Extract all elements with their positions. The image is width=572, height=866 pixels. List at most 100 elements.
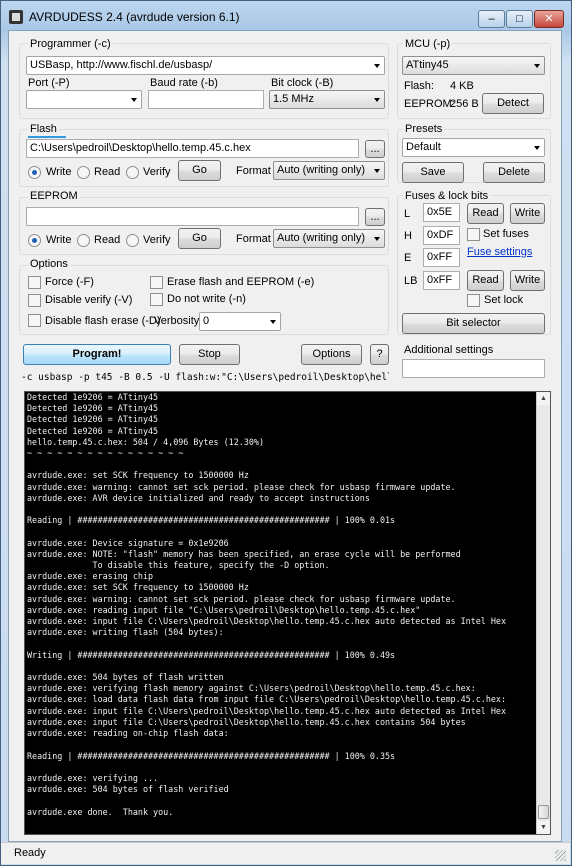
lock-write-button[interactable]: Write (510, 270, 545, 291)
fuse-h-label: H (404, 230, 412, 242)
console-line: avrdude.exe: writing flash (504 bytes): (27, 627, 224, 638)
fuse-e-input[interactable]: 0xFF (423, 248, 460, 267)
status-bar: Ready (1, 842, 570, 864)
title-bar[interactable]: AVRDUDESS 2.4 (avrdude version 6.1) – □ … (1, 1, 571, 31)
console-line: avrdude.exe: input file C:\Users\pedroil… (27, 716, 466, 727)
flash-read-label: Read (94, 166, 121, 178)
verbosity-select[interactable]: 0 (199, 312, 281, 331)
options-button[interactable]: Options (301, 344, 362, 365)
chevron-down-icon (374, 237, 380, 241)
console-line: avrdude.exe: verifying flash memory agai… (27, 683, 476, 694)
flash-go-button[interactable]: Go (178, 160, 221, 181)
eeprom-format-value: Auto (writing only) (277, 232, 366, 244)
console-line: avrdude.exe: verifying ... (27, 772, 159, 783)
flash-file-input[interactable]: C:\Users\pedroil\Desktop\hello.temp.45.c… (26, 139, 359, 158)
scroll-down-icon[interactable]: ▼ (537, 821, 550, 834)
fuse-l-input[interactable]: 0x5E (423, 203, 460, 222)
eeprom-file-input[interactable] (26, 207, 359, 226)
scroll-thumb[interactable] (538, 805, 549, 819)
baud-input[interactable] (148, 90, 264, 109)
mcu-select[interactable]: ATtiny45 (402, 56, 545, 75)
fuse-read-button[interactable]: Read (467, 203, 504, 224)
console-line: avrdude.exe: AVR device initialized and … (27, 492, 370, 503)
flash-read-radio[interactable] (77, 166, 90, 179)
set-fuses-checkbox[interactable] (467, 228, 480, 241)
fuse-write-button[interactable]: Write (510, 203, 545, 224)
console-line: avrdude.exe done. Thank you. (27, 806, 174, 817)
eeprom-go-button[interactable]: Go (178, 228, 221, 249)
chevron-down-icon (374, 98, 380, 102)
console-line: avrdude.exe: set SCK frequency to 150000… (27, 470, 249, 481)
console-line: ~ ~ ~ ~ ~ ~ ~ ~ ~ ~ ~ ~ ~ ~ ~ ~ (27, 448, 184, 459)
lock-read-button[interactable]: Read (467, 270, 504, 291)
presets-select[interactable]: Default (402, 138, 545, 157)
console-line: avrdude.exe: reading input file "C:\User… (27, 604, 421, 615)
eeprom-verify-radio[interactable] (126, 234, 139, 247)
help-button[interactable]: ? (370, 344, 389, 365)
fuse-h-input[interactable]: 0xDF (423, 226, 460, 245)
eeprom-size-value: 256 B (450, 98, 479, 110)
stop-button[interactable]: Stop (179, 344, 240, 365)
console-line: avrdude.exe: NOTE: "flash" memory has be… (27, 548, 461, 559)
eeprom-format-select[interactable]: Auto (writing only) (273, 229, 385, 248)
delete-preset-button[interactable]: Delete (483, 162, 545, 183)
fuse-lb-input[interactable]: 0xFF (423, 271, 460, 290)
additional-settings-input[interactable] (402, 359, 545, 378)
fuse-settings-link[interactable]: Fuse settings (467, 246, 532, 258)
close-button[interactable]: ✕ (534, 10, 564, 28)
console-line: Reading | ##############################… (27, 750, 396, 761)
console-output[interactable]: Detected 1e9206 = ATtiny45 Detected 1e920… (24, 391, 551, 835)
erase-flash-eeprom-checkbox[interactable] (150, 276, 163, 289)
port-select[interactable] (26, 90, 142, 109)
force-checkbox[interactable] (28, 276, 41, 289)
maximize-button[interactable]: □ (506, 10, 533, 28)
programmer-select[interactable]: USBasp, http://www.fischl.de/usbasp/ (26, 56, 385, 75)
eeprom-write-radio[interactable] (28, 234, 41, 247)
presets-value: Default (406, 141, 441, 153)
eeprom-read-label: Read (94, 234, 121, 246)
flash-size-value: 4 KB (450, 80, 474, 92)
flash-write-radio[interactable] (28, 166, 41, 179)
flash-group-label: Flash (28, 123, 59, 135)
flash-verify-label: Verify (143, 166, 171, 178)
bit-selector-button[interactable]: Bit selector (402, 313, 545, 334)
minimize-button[interactable]: – (478, 10, 505, 28)
console-line: avrdude.exe: 504 bytes of flash written (27, 672, 224, 683)
erase-flash-eeprom-label: Erase flash and EEPROM (-e) (167, 276, 315, 288)
resize-grip-icon[interactable] (555, 850, 566, 861)
scroll-up-icon[interactable]: ▲ (537, 392, 550, 405)
bitclock-label: Bit clock (-B) (271, 77, 334, 89)
eeprom-read-radio[interactable] (77, 234, 90, 247)
console-line: avrdude.exe: input file C:\Users\pedroil… (27, 705, 507, 716)
console-line: avrdude.exe: warning: cannot set sck per… (27, 481, 456, 492)
console-scrollbar[interactable]: ▲ ▼ (536, 392, 550, 834)
program-button[interactable]: Program! (23, 344, 171, 365)
do-not-write-label: Do not write (-n) (167, 293, 246, 305)
do-not-write-checkbox[interactable] (150, 293, 163, 306)
flash-browse-button[interactable]: ... (365, 140, 385, 158)
chevron-down-icon (131, 98, 137, 102)
disable-flash-erase-checkbox[interactable] (28, 314, 41, 327)
flash-format-select[interactable]: Auto (writing only) (273, 161, 385, 180)
console-line: To disable this feature, specify the -D … (27, 560, 330, 571)
bitclock-value: 1.5 MHz (273, 93, 314, 105)
eeprom-browse-button[interactable]: ... (365, 208, 385, 226)
console-line: Detected 1e9206 = ATtiny45 (27, 414, 159, 425)
presets-group-label: Presets (403, 123, 445, 135)
status-text: Ready (14, 847, 46, 859)
disable-verify-checkbox[interactable] (28, 294, 41, 307)
mcu-value: ATtiny45 (406, 59, 449, 71)
bitclock-select[interactable]: 1.5 MHz (269, 90, 385, 109)
set-lock-checkbox[interactable] (467, 294, 480, 307)
save-preset-button[interactable]: Save (402, 162, 464, 183)
command-line-preview: -c usbasp -p t45 -B 0.5 -U flash:w:"C:\U… (21, 372, 389, 383)
baud-label: Baud rate (-b) (150, 77, 218, 89)
console-line: avrdude.exe: Device signature = 0x1e9206 (27, 537, 229, 548)
fuse-e-label: E (404, 252, 412, 264)
detect-button[interactable]: Detect (482, 93, 544, 114)
flash-verify-radio[interactable] (126, 166, 139, 179)
chevron-down-icon (270, 320, 276, 324)
chevron-down-icon (374, 64, 380, 68)
